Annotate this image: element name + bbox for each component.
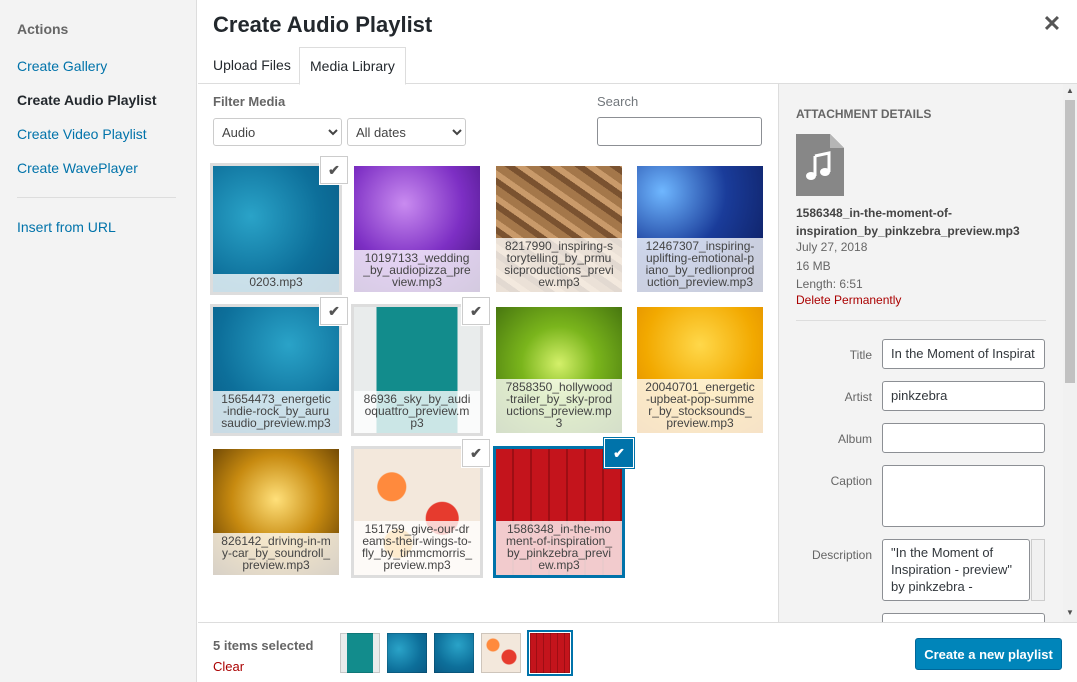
sidebar-item-create-audio-playlist[interactable]: Create Audio Playlist [17,92,157,108]
selection-thumb[interactable] [481,633,521,673]
attachment-filename: 1586348_in-the-moment-of-inspiration_by_… [796,206,1020,238]
attachment-details-panel: ATTACHMENT DETAILS 1586348_in-the-moment… [778,84,1063,622]
selection-thumb[interactable] [340,633,380,673]
attachment-length: Length: 6:51 [796,277,863,291]
selection-thumb-current[interactable] [527,630,573,676]
attachment-date: July 27, 2018 [796,240,868,254]
attachment-summer-pop[interactable]: 20040701_energetic-upbeat-pop-summer_by_… [637,307,763,433]
scrollbar-thumb[interactable] [1065,100,1075,383]
attachment-sky[interactable]: 86936_sky_by_audioquattro_preview.mp3 [351,304,483,436]
attachment-size: 16 MB [796,259,831,273]
sidebar-item-create-gallery[interactable]: Create Gallery [17,58,107,74]
sidebar-item-create-video-playlist[interactable]: Create Video Playlist [17,126,147,142]
tab-upload-files[interactable]: Upload Files [203,47,301,84]
details-divider [796,320,1046,321]
media-sidebar: Actions Create Gallery Create Audio Play… [0,0,197,682]
search-label: Search [597,94,639,109]
create-new-playlist-button[interactable]: Create a new playlist [915,638,1062,670]
artist-label: Artist [844,390,872,404]
attachment-details-header: ATTACHMENT DETAILS [796,107,932,121]
next-field[interactable] [882,613,1045,622]
details-scrollbar[interactable]: ▲ ▼ [1063,84,1077,622]
attachment-dreams-wings[interactable]: 151759_give-our-dreams-their-wings-to-fl… [351,446,483,578]
attachment-wedding[interactable]: 10197133_wedding_by_audiopizza_preview.m… [354,166,480,292]
title-field[interactable]: In the Moment of Inspirat [882,339,1045,369]
title-label: Title [849,348,872,362]
selection-count: 5 items selected [213,638,314,653]
attachment-filename: 7858350_hollywood-trailer_by_sky-product… [496,379,622,433]
filter-media-label: Filter Media [213,94,286,109]
attachment-indie-rock[interactable]: 15654473_energetic-indie-rock_by_aurusau… [210,304,342,436]
attachment-hollywood-trailer[interactable]: 7858350_hollywood-trailer_by_sky-product… [496,307,622,433]
artist-field[interactable]: pinkzebra [882,381,1045,411]
attachment-inspiring-storytelling[interactable]: 8217990_inspiring-storytelling_by_prmusi… [496,166,622,292]
album-field[interactable] [882,423,1045,453]
media-type-filter[interactable]: Audio [213,118,342,146]
media-toolbar: 5 items selected Clear Create a new play… [198,622,1077,682]
album-label: Album [837,432,872,446]
checkmark-icon[interactable]: ✔ [320,297,348,325]
attachment-filename: 151759_give-our-dreams-their-wings-to-fl… [354,521,480,575]
attachment-filename: 1586348_in-the-moment-of-inspiration_by_… [496,521,622,575]
caption-field[interactable] [882,465,1045,527]
attachment-driving-in-my-car[interactable]: 826142_driving-in-my-car_by_soundroll_pr… [213,449,339,575]
search-input[interactable] [597,117,762,146]
audio-file-icon [796,134,844,196]
selection-thumb[interactable] [434,633,474,673]
checkmark-icon[interactable]: ✔ [320,156,348,184]
selection-thumb[interactable] [387,633,427,673]
description-label: Description [811,548,872,562]
delete-permanently-link[interactable]: Delete Permanently [796,293,901,307]
attachment-filename: 0203.mp3 [213,274,339,292]
description-scrollbar[interactable] [1031,539,1045,601]
sidebar-heading: Actions [17,21,69,37]
sidebar-divider [17,197,176,198]
checkmark-icon[interactable]: ✔ [462,439,490,467]
description-field[interactable]: "In the Moment of Inspiration - preview"… [882,539,1030,601]
scroll-up-icon[interactable]: ▲ [1063,84,1077,98]
attachment-filename: 826142_driving-in-my-car_by_soundroll_pr… [213,533,339,575]
router-tabs: Upload Files Media Library [198,47,1077,85]
close-icon[interactable]: ✕ [1040,12,1064,36]
attachment-uplifting-piano[interactable]: 12467307_inspiring-uplifting-emotional-p… [637,166,763,292]
attachment-filename: 10197133_wedding_by_audiopizza_preview.m… [354,250,480,292]
attachment-filename: 8217990_inspiring-storytelling_by_prmusi… [496,238,622,292]
attachment-in-the-moment-of-inspiration[interactable]: 1586348_in-the-moment-of-inspiration_by_… [493,446,625,578]
sidebar-item-insert-from-url[interactable]: Insert from URL [17,219,116,235]
modal-title: Create Audio Playlist [213,12,433,37]
checkmark-icon[interactable]: ✔ [462,297,490,325]
checkmark-icon[interactable]: ✔ [605,439,633,467]
sidebar-item-create-waveplayer[interactable]: Create WavePlayer [17,160,138,176]
scroll-down-icon[interactable]: ▼ [1063,606,1077,620]
attachment-filename: 86936_sky_by_audioquattro_preview.mp3 [354,391,480,433]
caption-label: Caption [830,474,872,488]
clear-selection-link[interactable]: Clear [213,659,244,674]
date-filter[interactable]: All dates [347,118,466,146]
attachment-filename: 12467307_inspiring-uplifting-emotional-p… [637,238,763,292]
attachment-0203[interactable]: 0203.mp3 [210,163,342,295]
tab-media-library[interactable]: Media Library [299,47,406,85]
attachment-filename: 15654473_energetic-indie-rock_by_aurusau… [213,391,339,433]
attachment-filename: 20040701_energetic-upbeat-pop-summer_by_… [637,379,763,433]
